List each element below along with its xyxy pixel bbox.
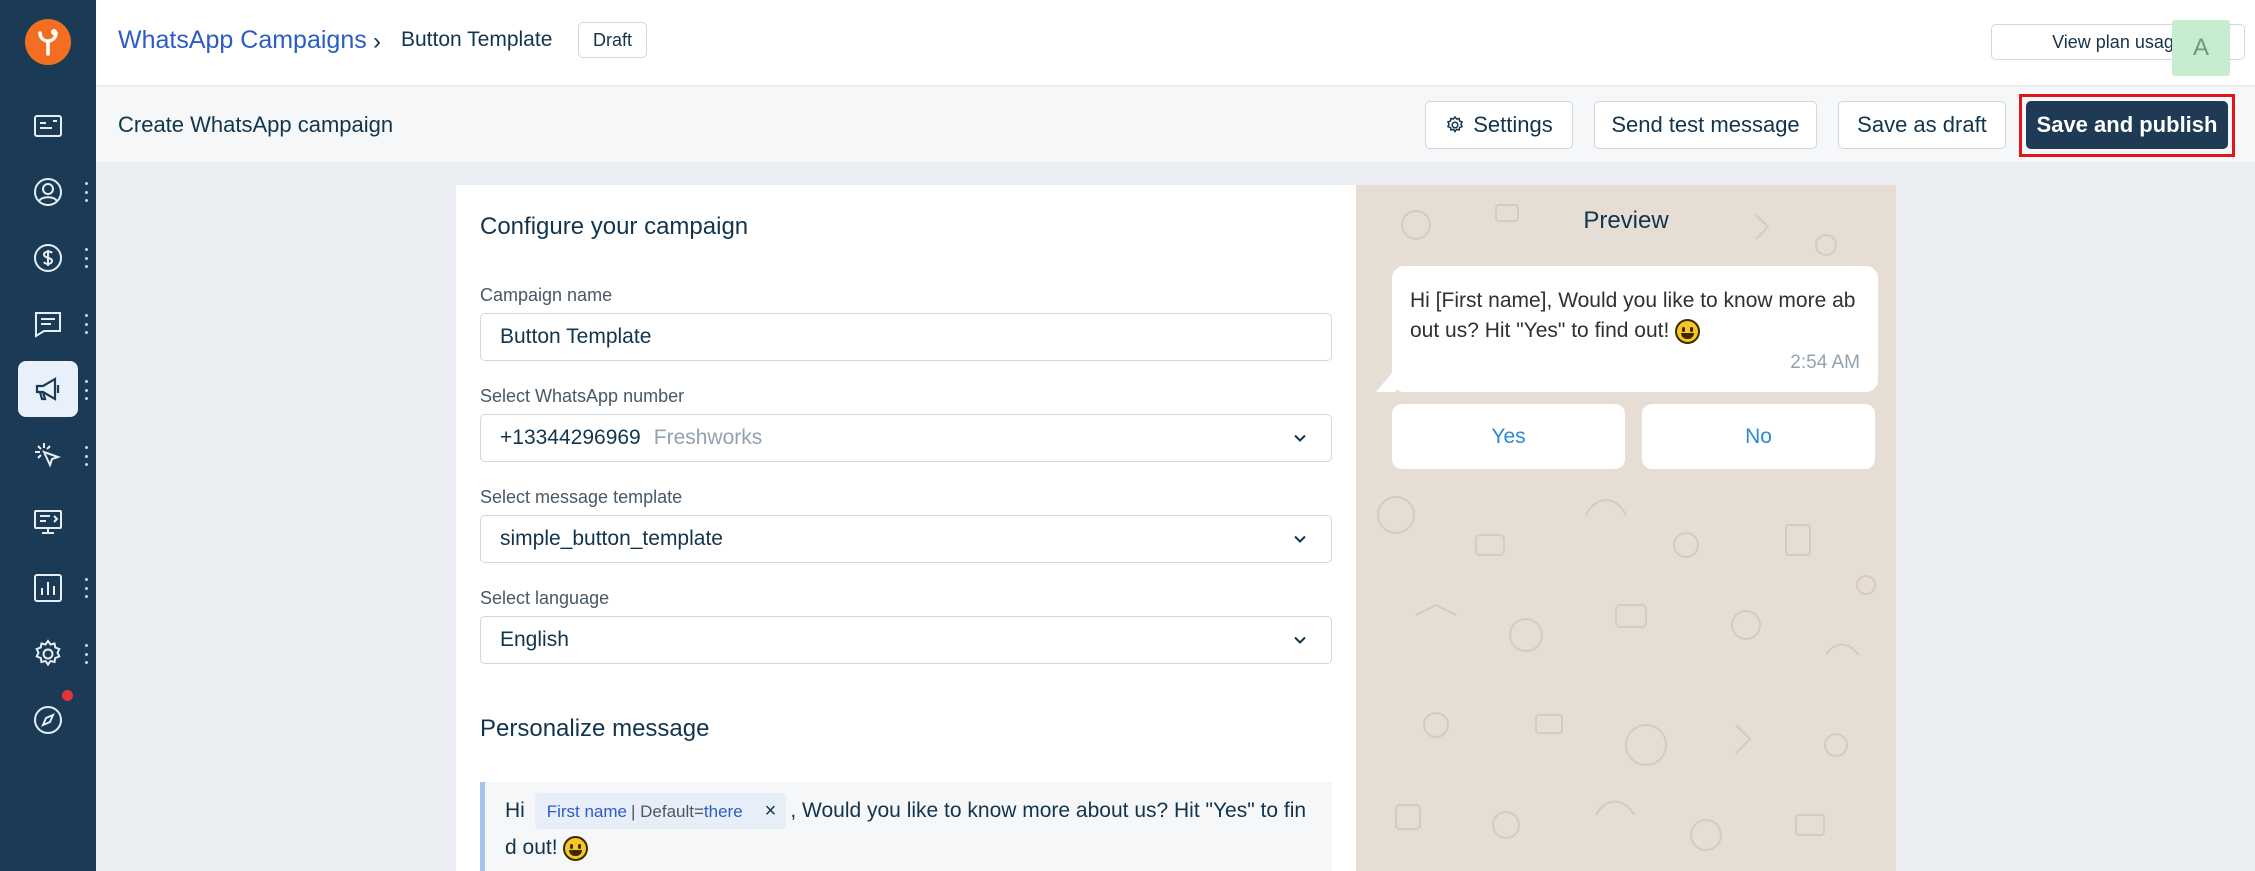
chip-default-label: | Default= [630, 801, 704, 821]
avatar[interactable]: A [2172, 20, 2230, 76]
configure-campaign-title: Configure your campaign [480, 213, 749, 240]
whatsapp-number-label: Select WhatsApp number [480, 386, 685, 406]
whatsapp-account-name: Freshworks [653, 426, 763, 449]
personalize-message-title: Personalize message [480, 715, 710, 742]
preview-reply-no-button[interactable]: No [1642, 404, 1875, 469]
deals-more-menu[interactable] [82, 248, 90, 268]
grinning-face-emoji-icon [563, 836, 589, 862]
message-editor[interactable]: Hi First name | Default= there × , Would … [480, 782, 1332, 871]
breadcrumb-separator-icon: › [373, 28, 381, 55]
freshworks-logo-icon [38, 29, 58, 56]
contacts-more-menu[interactable] [82, 182, 90, 202]
message-prefix: Hi [505, 799, 525, 822]
send-test-message-button[interactable]: Send test message [1594, 101, 1817, 149]
grinning-face-emoji-icon [1675, 318, 1701, 344]
gear-icon [1447, 115, 1464, 133]
save-and-publish-button[interactable]: Save and publish [2026, 101, 2228, 149]
gear-icon [35, 639, 61, 667]
conversations-more-menu[interactable] [82, 314, 90, 334]
settings-more-menu[interactable] [82, 644, 90, 664]
language-label: Select language [480, 588, 610, 608]
settings-button-label: Settings [1473, 112, 1553, 137]
language-select[interactable]: English [480, 616, 1332, 664]
campaign-toolbar: Create WhatsApp campaign Settings Send t… [96, 87, 2255, 163]
app-logo[interactable] [25, 19, 71, 65]
whatsapp-number-select[interactable]: +13344296969 Freshworks [480, 414, 1332, 462]
language-value: English [500, 628, 569, 651]
dollar-icon [34, 244, 62, 272]
preview-message-bubble: Hi [First name], Would you like to know … [1392, 266, 1878, 392]
bar-chart-icon [34, 574, 62, 602]
message-suffix-line2: d out! [505, 836, 558, 860]
message-timestamp: 2:54 AM [1790, 352, 1860, 373]
configure-campaign-panel: Configure your campaign Campaign name Bu… [456, 185, 1356, 871]
contact-card-icon [34, 115, 62, 137]
status-badge: Draft [578, 22, 648, 58]
campaign-name-label: Campaign name [480, 285, 613, 305]
sidebar-item-conversations[interactable] [18, 296, 78, 352]
message-template-label: Select message template [480, 487, 683, 507]
sidebar-item-campaigns[interactable] [18, 361, 78, 417]
breadcrumb-current: Button Template [401, 28, 553, 51]
sidebar-item-settings[interactable] [18, 626, 78, 682]
settings-button[interactable]: Settings [1425, 101, 1573, 149]
sidebar-item-explore[interactable] [18, 690, 78, 748]
campaign-name-input[interactable]: Button Template [480, 313, 1332, 361]
preview-title: Preview [1583, 207, 1669, 234]
user-icon [34, 178, 62, 206]
campaigns-more-menu[interactable] [82, 380, 90, 400]
chevron-down-icon [1294, 636, 1306, 644]
automation-more-menu[interactable] [82, 446, 90, 466]
variable-chip-first-name[interactable]: First name | Default= there × [534, 793, 787, 830]
chevron-down-icon [1294, 434, 1306, 442]
page-title: Create WhatsApp campaign [118, 112, 394, 137]
whatsapp-number-value: +13344296969 [500, 426, 641, 449]
message-template-value: simple_button_template [500, 527, 723, 550]
notification-dot [62, 690, 73, 701]
reports-more-menu[interactable] [82, 578, 90, 598]
sidebar [0, 0, 96, 871]
campaign-name-value: Button Template [500, 325, 652, 348]
save-as-draft-button[interactable]: Save as draft [1838, 101, 2006, 149]
chip-variable-name: First name [546, 801, 627, 821]
preview-message-line2: out us? Hit "Yes" to find out! [1410, 319, 1670, 342]
chevron-down-icon [1294, 535, 1306, 543]
sidebar-item-reports[interactable] [18, 560, 78, 616]
close-icon[interactable]: × [765, 793, 777, 830]
megaphone-icon [35, 377, 60, 401]
compass-icon [34, 706, 62, 734]
sidebar-item-deals[interactable] [18, 230, 78, 286]
chat-icon [35, 312, 61, 338]
message-template-select[interactable]: simple_button_template [480, 515, 1332, 563]
breadcrumb-whatsapp-campaigns[interactable]: WhatsApp Campaigns [118, 26, 367, 55]
sidebar-item-automation[interactable] [18, 428, 78, 484]
preview-panel: Preview Hi [First name], Would you like … [1356, 185, 1896, 871]
sidebar-item-web-forms[interactable] [18, 494, 78, 550]
monitor-icon [34, 510, 62, 534]
message-suffix-line1: , Would you like to know more about us? … [790, 799, 1307, 822]
top-header: WhatsApp Campaigns › Button Template Dra… [96, 0, 2255, 86]
cursor-click-icon [35, 443, 62, 468]
chip-default-value: there [703, 801, 743, 821]
sidebar-item-contact-card[interactable] [18, 98, 78, 154]
preview-message-line1: Hi [First name], Would you like to know … [1410, 289, 1856, 312]
preview-reply-yes-button[interactable]: Yes [1392, 404, 1625, 469]
sidebar-item-contacts[interactable] [18, 164, 78, 220]
